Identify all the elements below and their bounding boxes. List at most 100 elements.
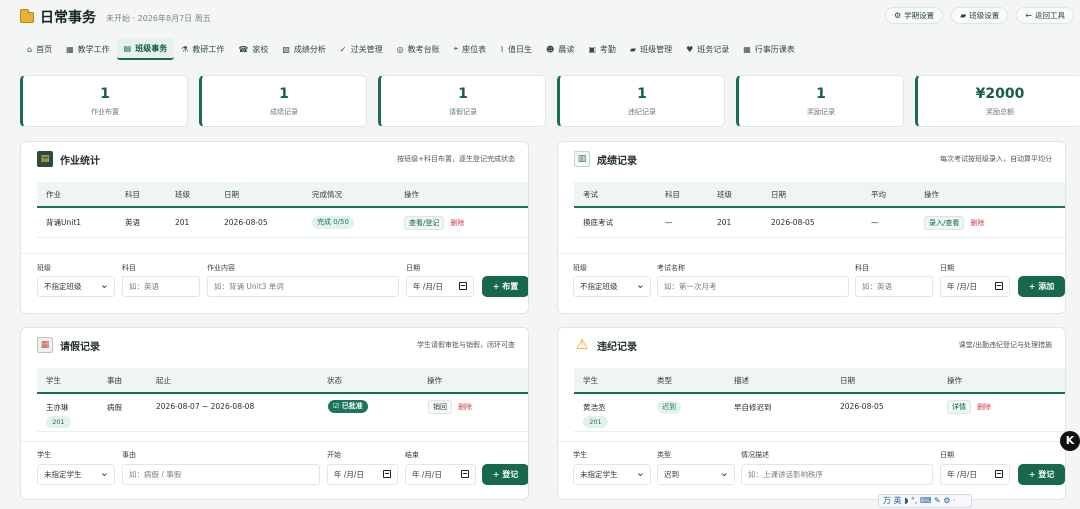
student-select[interactable]: 未指定学生 [573,463,651,485]
class-select[interactable]: 不指定班级 [37,275,115,297]
back-arrow-icon: ← [1025,11,1032,20]
date-input[interactable]: 年 /月/日 [940,276,1010,297]
back-tools-button[interactable]: ← 返回工具 [1016,7,1074,24]
delete-button[interactable]: 删除 [458,402,472,412]
chart-icon: ▧ [282,44,290,54]
date-input[interactable]: 年 /月/日 [406,276,474,297]
start-date-input[interactable]: 年 /月/日 [327,464,398,485]
phone-icon: ☎ [238,44,249,54]
notebook-icon: ▤ [37,151,53,167]
register-leave-button[interactable]: + 登记 [482,464,528,485]
register-discipline-button[interactable]: + 登记 [1018,464,1065,485]
class-icon: ▰ [629,44,637,54]
tab-duty-student[interactable]: ⌇ 值日生 [493,38,539,60]
add-score-button[interactable]: + 添加 [1018,276,1065,297]
table-header: 学生 事由 起止 状态 操作 [37,368,528,394]
header-actions: ⚙ 学期设置 ▰ 班级设置 ← 返回工具 [884,7,1074,24]
clipboard-icon: ▤ [123,43,132,53]
calendar-icon [995,282,1003,290]
assign-homework-button[interactable]: + 布置 [482,276,528,297]
calendar-icon [995,470,1003,478]
table-header: 考试 科目 班级 日期 平均 操作 [574,182,1065,208]
enter-view-button[interactable]: 录入/查看 [924,215,965,230]
tab-pass-management[interactable]: ✓ 过关管理 [333,38,390,60]
table-row: 摸底考试 —201 2026-08-05— 录入/查看 删除 [574,208,1065,238]
stat-scores: 1 成绩记录 [199,75,367,127]
tab-home-school[interactable]: ☎ 家校 [231,38,275,60]
homework-form: 班级不指定班级 科目如：英语 作业内容如：背诵 Unit3 单词 日期年 /月/… [21,253,528,313]
microscope-icon: ⚗ [181,44,189,54]
cancel-leave-button[interactable]: 销回 [428,400,452,414]
semester-settings-button[interactable]: ⚙ 学期设置 [884,7,944,24]
tab-class-records[interactable]: ♥ 班务记录 [679,38,736,60]
floating-k-icon[interactable]: K [1060,431,1080,451]
subject-input[interactable]: 如：英语 [855,276,933,297]
subject-input[interactable]: 如：英语 [122,276,200,297]
status-date: 未开始 · 2026年8月7日 周五 [106,14,211,23]
tab-research[interactable]: ⚗ 教研工作 [174,38,231,60]
warning-icon: ⚠ [575,337,589,353]
end-date-input[interactable]: 年 /月/日 [405,464,476,485]
leave-card: ▦ 请假记录 学生请假审批与销假，闭环可查 学生 事由 起止 状态 操作 王亦琳 201 病假… [20,327,529,500]
discipline-card: ⚠ 违纪记录 课堂/出勤违纪登记与处理措施 学生 类型 描述 日期 操作 黄浩丞 201 迟到… [557,327,1066,500]
homework-table: 作业 科目 班级 日期 完成情况 操作 背诵Unit1 英语 201 2026-08-05 完成 … [37,182,528,238]
violation-type-select[interactable]: 迟到 [657,463,735,485]
description-input[interactable]: 如：上课讲话影响秩序 [741,464,933,485]
app-header: 日常事务 未开始 · 2026年8月7日 周五 [20,7,211,27]
calendar-icon: ▦ [37,337,53,353]
score-header: ▥ 成绩记录 每次考试按班级录入，自动算平均分 [558,142,1065,176]
homework-header: ▤ 作业统计 按班级+科目布置，逐生登记完成状态 [21,142,528,176]
delete-button[interactable]: 删除 [450,218,464,228]
main-tabs: ⌂ 首页 ▦ 教学工作 ▤ 班级事务 ⚗ 教研工作 ☎ 家校 ▧ 成绩分析 ✓ 过关管理 ◎ 教… [20,38,802,60]
view-register-button[interactable]: 查看/登记 [404,215,445,230]
stat-discipline: 1 违纪记录 [557,75,725,127]
calendar-icon [383,470,391,478]
attendance-icon: ▣ [588,44,596,54]
class-settings-button[interactable]: ▰ 班级设置 [951,7,1009,24]
tab-seating[interactable]: ⌖ 座位表 [447,38,494,60]
score-form: 班级不指定班级 考试名称如：第一次月考 科目如：英语 日期年 /月/日 + 添加 [558,253,1065,313]
student-select[interactable]: 未指定学生 [37,463,115,485]
table-header: 学生 类型 描述 日期 操作 [574,368,1065,394]
score-card: ▥ 成绩记录 每次考试按班级录入，自动算平均分 考试 科目 班级 日期 平均 操作 摸底考试… [557,141,1066,314]
teaching-icon: ▦ [66,44,74,54]
folder-icon [20,8,34,23]
class-select[interactable]: 不指定班级 [573,275,651,297]
stat-rewards: 1 奖励记录 [736,75,904,127]
target-icon: ◎ [396,44,404,54]
person-icon: ☻ [546,44,555,54]
calendar-icon [459,282,467,290]
stats-row: 1 作业布置 1 成绩记录 1 请假记录 1 违纪记录 1 奖励记录 ¥2000 奖励总额 [20,75,1080,127]
exam-name-input[interactable]: 如：第一次月考 [657,276,849,297]
app-title: 日常事务 [40,10,96,26]
chart-icon: ▥ [574,151,590,167]
tab-morning-reading[interactable]: ☻ 晨读 [539,38,581,60]
table-header: 作业 科目 班级 日期 完成情况 操作 [37,182,528,208]
tab-class-affairs[interactable]: ▤ 班级事务 [116,38,175,60]
tab-exam-ledger[interactable]: ◎ 教考台账 [390,38,447,60]
stat-reward-total: ¥2000 奖励总额 [915,75,1080,127]
home-icon: ⌂ [27,44,33,54]
leave-table: 学生 事由 起止 状态 操作 王亦琳 201 病假 2026-08-07 ~ 2026-08-… [37,368,528,432]
tab-score-analysis[interactable]: ▧ 成绩分析 [275,38,333,60]
table-row: 黄浩丞 201 迟到 早自修迟到 2026-08-05 详情 删除 [574,394,1065,432]
tab-teaching[interactable]: ▦ 教学工作 [59,38,117,60]
homework-content-input[interactable]: 如：背诵 Unit3 单词 [207,276,399,297]
discipline-table: 学生 类型 描述 日期 操作 黄浩丞 201 迟到 早自修迟到 2026-08-05 详情 删除 [574,368,1065,432]
broom-icon: ⌇ [500,44,505,54]
reason-input[interactable]: 如：病假 / 事假 [122,464,320,485]
stat-leave: 1 请假记录 [378,75,546,127]
tab-calendar-schedule[interactable]: ▦ 行事历课表 [736,38,802,60]
calendar-icon [461,470,469,478]
delete-button[interactable]: 删除 [970,218,984,228]
pin-icon: ⌖ [453,44,459,53]
table-row: 背诵Unit1 英语 201 2026-08-05 完成 0/50 查看/登记 删除 [37,208,528,238]
ime-toolbar[interactable]: 万 英 ◗ °, ⌨ ✎ ⚙ · [878,494,972,508]
date-input[interactable]: 年 /月/日 [940,464,1010,485]
tab-class-management[interactable]: ▰ 班级管理 [623,38,679,60]
tab-attendance[interactable]: ▣ 考勤 [581,38,623,60]
discipline-form: 学生未指定学生 类型迟到 情况描述如：上课讲话影响秩序 日期年 /月/日 + 登… [558,441,1065,499]
details-button[interactable]: 详情 [947,400,971,414]
tab-home[interactable]: ⌂ 首页 [20,38,59,60]
delete-button[interactable]: 删除 [977,402,991,412]
